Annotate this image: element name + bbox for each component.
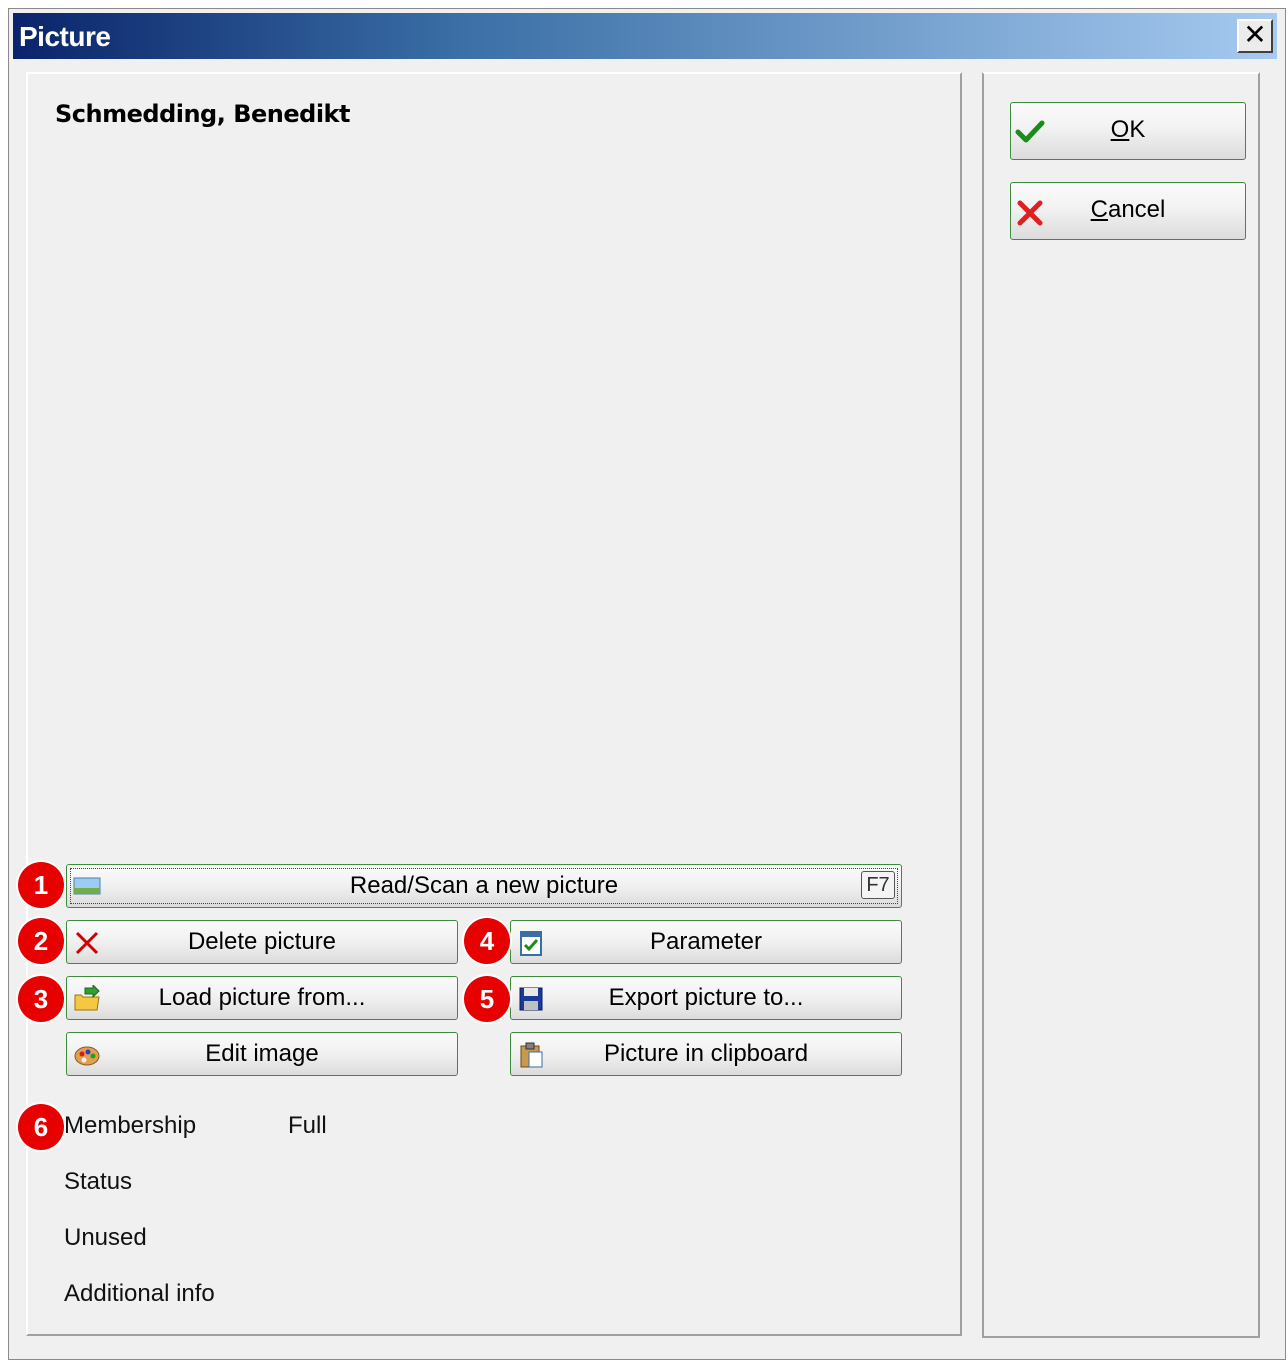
read-scan-label: Read/Scan a new picture xyxy=(349,872,619,899)
load-picture-button[interactable]: Load picture from... xyxy=(66,976,458,1020)
badge-5: 5 xyxy=(464,976,510,1022)
cancel-button[interactable]: Cancel xyxy=(1010,182,1246,240)
edit-image-button[interactable]: Edit image xyxy=(66,1032,458,1076)
load-picture-label: Load picture from... xyxy=(158,984,366,1011)
picture-clipboard-label: Picture in clipboard xyxy=(603,1040,809,1067)
badge-6: 6 xyxy=(18,1104,64,1150)
side-panel xyxy=(982,72,1260,1338)
export-picture-label: Export picture to... xyxy=(608,984,804,1011)
membership-value: Full xyxy=(288,1112,327,1139)
badge-3: 3 xyxy=(18,976,64,1022)
additional-info-label: Additional info xyxy=(64,1280,215,1307)
main-panel xyxy=(26,72,962,1336)
close-button[interactable]: ✕ xyxy=(1237,19,1273,53)
picture-clipboard-button[interactable]: Picture in clipboard xyxy=(510,1032,902,1076)
read-scan-button[interactable]: Read/Scan a new picture F7 xyxy=(66,864,902,908)
f7-shortcut-key: F7 xyxy=(861,871,895,899)
badge-2: 2 xyxy=(18,918,64,964)
export-picture-button[interactable]: Export picture to... xyxy=(510,976,902,1020)
ok-label: OK xyxy=(1110,116,1146,143)
delete-picture-button[interactable]: Delete picture xyxy=(66,920,458,964)
badge-4: 4 xyxy=(464,918,510,964)
status-label: Status xyxy=(64,1168,133,1195)
delete-picture-label: Delete picture xyxy=(187,928,337,955)
parameter-button[interactable]: Parameter xyxy=(510,920,902,964)
parameter-label: Parameter xyxy=(649,928,763,955)
window-title: Picture xyxy=(19,21,111,52)
person-name: Schmedding, Benedikt xyxy=(55,100,350,128)
membership-label: Membership xyxy=(64,1112,197,1139)
title-bar[interactable]: Picture ✕ xyxy=(13,13,1277,59)
edit-image-label: Edit image xyxy=(205,1040,319,1067)
cancel-label: Cancel xyxy=(1090,196,1166,223)
badge-1: 1 xyxy=(18,862,64,908)
ok-button[interactable]: OK xyxy=(1010,102,1246,160)
unused-label: Unused xyxy=(64,1224,147,1251)
